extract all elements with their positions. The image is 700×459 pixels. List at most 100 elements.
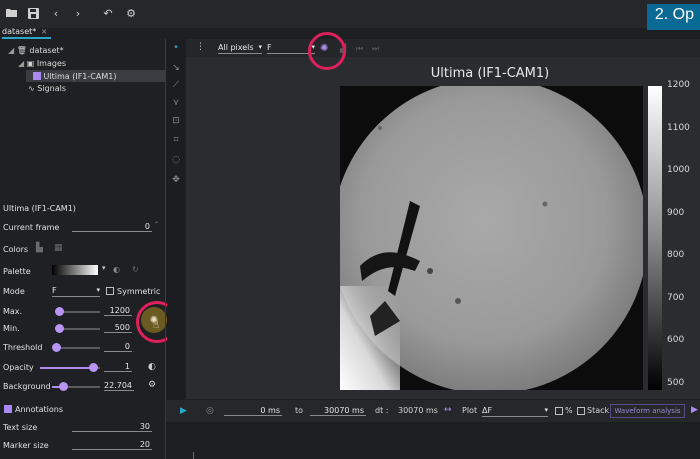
tree-item-image[interactable]: Ultima (IF1-CAM1) [33, 71, 116, 81]
opacity-label: Opacity [3, 363, 34, 372]
plot-axis-tick [193, 452, 194, 459]
images-icon: ▣ [26, 59, 35, 68]
export-chart-icon[interactable]: ▶ [691, 405, 698, 415]
tab-dataset[interactable]: dataset* × [2, 27, 51, 39]
polyline-tool-icon[interactable]: ⋎ [170, 97, 182, 109]
skip-back-icon[interactable]: ⏮ [356, 44, 363, 54]
step-banner: 2. Op [646, 4, 700, 30]
text-size-input[interactable]: 30 [72, 422, 152, 432]
mode-select[interactable]: F ▾ [52, 286, 100, 297]
threshold-slider-track[interactable] [56, 347, 100, 349]
chevron-down-icon[interactable]: ▾ [102, 264, 106, 272]
signal-plot-area [166, 422, 700, 459]
play-button-icon[interactable]: ▶ [180, 406, 187, 416]
panel-divider [165, 39, 166, 459]
min-slider-knob[interactable] [54, 324, 64, 333]
camera-image[interactable] [340, 86, 643, 390]
tree-label-signals: Signals [37, 84, 66, 93]
rectangle-tool-icon[interactable]: ⊡ [170, 115, 182, 127]
text-size-label: Text size [3, 423, 38, 432]
collapse-arrow-icon[interactable]: ◢ [8, 46, 14, 55]
back-icon[interactable]: ‹ [48, 5, 64, 21]
chart-icon[interactable]: ▙ [36, 243, 43, 253]
trash-icon: 🗑 [16, 46, 27, 55]
viewer-toolbar [186, 39, 700, 57]
colorbar [648, 86, 662, 390]
swap-icon[interactable]: ↔ [444, 405, 452, 415]
chevron-down-icon: ▾ [258, 43, 262, 51]
max-slider-knob[interactable] [55, 307, 65, 316]
play-icon[interactable]: ⏭ [372, 44, 379, 54]
to-label: to [295, 406, 304, 415]
opacity-input[interactable]: 1 [104, 362, 132, 372]
threshold-slider-knob[interactable] [52, 343, 61, 352]
more-options-icon[interactable]: ⋮ [196, 42, 205, 52]
tree-item-images[interactable]: ◢ ▣ Images [18, 59, 66, 68]
opacity-slider-knob[interactable] [88, 363, 98, 372]
waveform-analysis-button[interactable]: Waveform analysis [610, 404, 685, 418]
colors-label: Colors [3, 245, 29, 254]
start-time-input[interactable]: 0 ms [224, 406, 282, 416]
save-palette-icon[interactable]: ▦ [54, 243, 63, 253]
record-icon[interactable]: ◎ [206, 406, 214, 416]
min-input[interactable]: 500 [104, 323, 132, 333]
max-label: Max. [3, 307, 23, 316]
cursor-hand-icon: ☝ [153, 320, 160, 331]
image-title: Ultima (IF1-CAM1) [430, 66, 550, 81]
move-tool-icon[interactable]: ✥ [170, 174, 182, 186]
opacity-slider-fill [40, 367, 93, 369]
folder-open-icon[interactable] [4, 5, 20, 21]
colorbar-tick-label: 1200 [667, 80, 690, 90]
stepper-icon[interactable]: ⌃ [154, 221, 159, 228]
forward-icon[interactable]: › [70, 5, 86, 21]
percent-checkbox[interactable] [555, 407, 563, 415]
annotations-checkbox[interactable] [4, 405, 12, 413]
reset-icon[interactable]: ↻ [132, 265, 139, 274]
dt-value: 30070 ms [398, 406, 438, 415]
invert-palette-icon[interactable]: ◐ [113, 265, 120, 274]
properties-title: Ultima (IF1-CAM1) [3, 204, 76, 213]
highlight-ring-toolbar [308, 32, 346, 70]
colorbar-tick-label: 700 [667, 292, 685, 303]
dt-label: dt : [375, 406, 389, 415]
lasso-tool-icon[interactable]: ◌ [170, 154, 182, 166]
colorbar-tick-label: 800 [667, 250, 685, 261]
pixels-select-value: All pixels [218, 43, 254, 52]
tree-item-dataset[interactable]: ◢ 🗑 dataset* [8, 46, 64, 55]
plot-label: Plot [462, 406, 478, 415]
background-label: Background [3, 382, 51, 391]
tree-item-signals[interactable]: ∿ Signals [28, 84, 66, 93]
plot-select[interactable]: ΔF ▾ [482, 406, 548, 417]
pointer-tool-icon[interactable]: ↘ [170, 62, 182, 74]
gear-icon[interactable]: ⚙ [148, 380, 156, 390]
settings-icon[interactable]: ⚙ [123, 5, 139, 21]
max-input[interactable]: 1200 [104, 306, 132, 316]
save-icon[interactable] [25, 5, 41, 21]
line-tool-icon[interactable]: ⟋ [170, 79, 182, 91]
stack-checkbox[interactable] [577, 407, 585, 415]
image-checkbox[interactable] [33, 72, 41, 80]
collapse-arrow-icon[interactable]: ◢ [18, 59, 24, 68]
undo-icon[interactable]: ↶ [100, 5, 116, 21]
symmetric-label: Symmetric [117, 287, 161, 296]
end-time-input[interactable]: 30070 ms [310, 406, 366, 416]
tool-strip [167, 39, 185, 399]
colorbar-tick-label: 600 [667, 335, 685, 346]
symmetric-checkbox[interactable] [106, 287, 114, 295]
signal-wave-icon: ∿ [28, 84, 35, 93]
close-icon[interactable]: × [41, 27, 48, 36]
colorbar-tick-label: 1100 [667, 122, 690, 133]
threshold-input[interactable]: 0 [104, 342, 132, 352]
tree-label-dataset: dataset* [29, 46, 64, 55]
marker-size-input[interactable]: 20 [72, 440, 152, 450]
background-input[interactable]: 22.704 [104, 381, 134, 391]
mode-value: F [52, 286, 57, 295]
opacity-icon[interactable]: ◐ [148, 362, 156, 372]
tree-label-image: Ultima (IF1-CAM1) [43, 72, 117, 81]
palette-gradient[interactable] [52, 265, 98, 275]
crop-tool-icon[interactable]: ⌗ [170, 134, 182, 146]
background-slider-knob[interactable] [58, 382, 68, 391]
active-dot-icon: • [173, 43, 179, 53]
pixels-select[interactable]: All pixels ▾ [218, 43, 262, 54]
current-frame-input[interactable]: 0 [72, 222, 152, 232]
